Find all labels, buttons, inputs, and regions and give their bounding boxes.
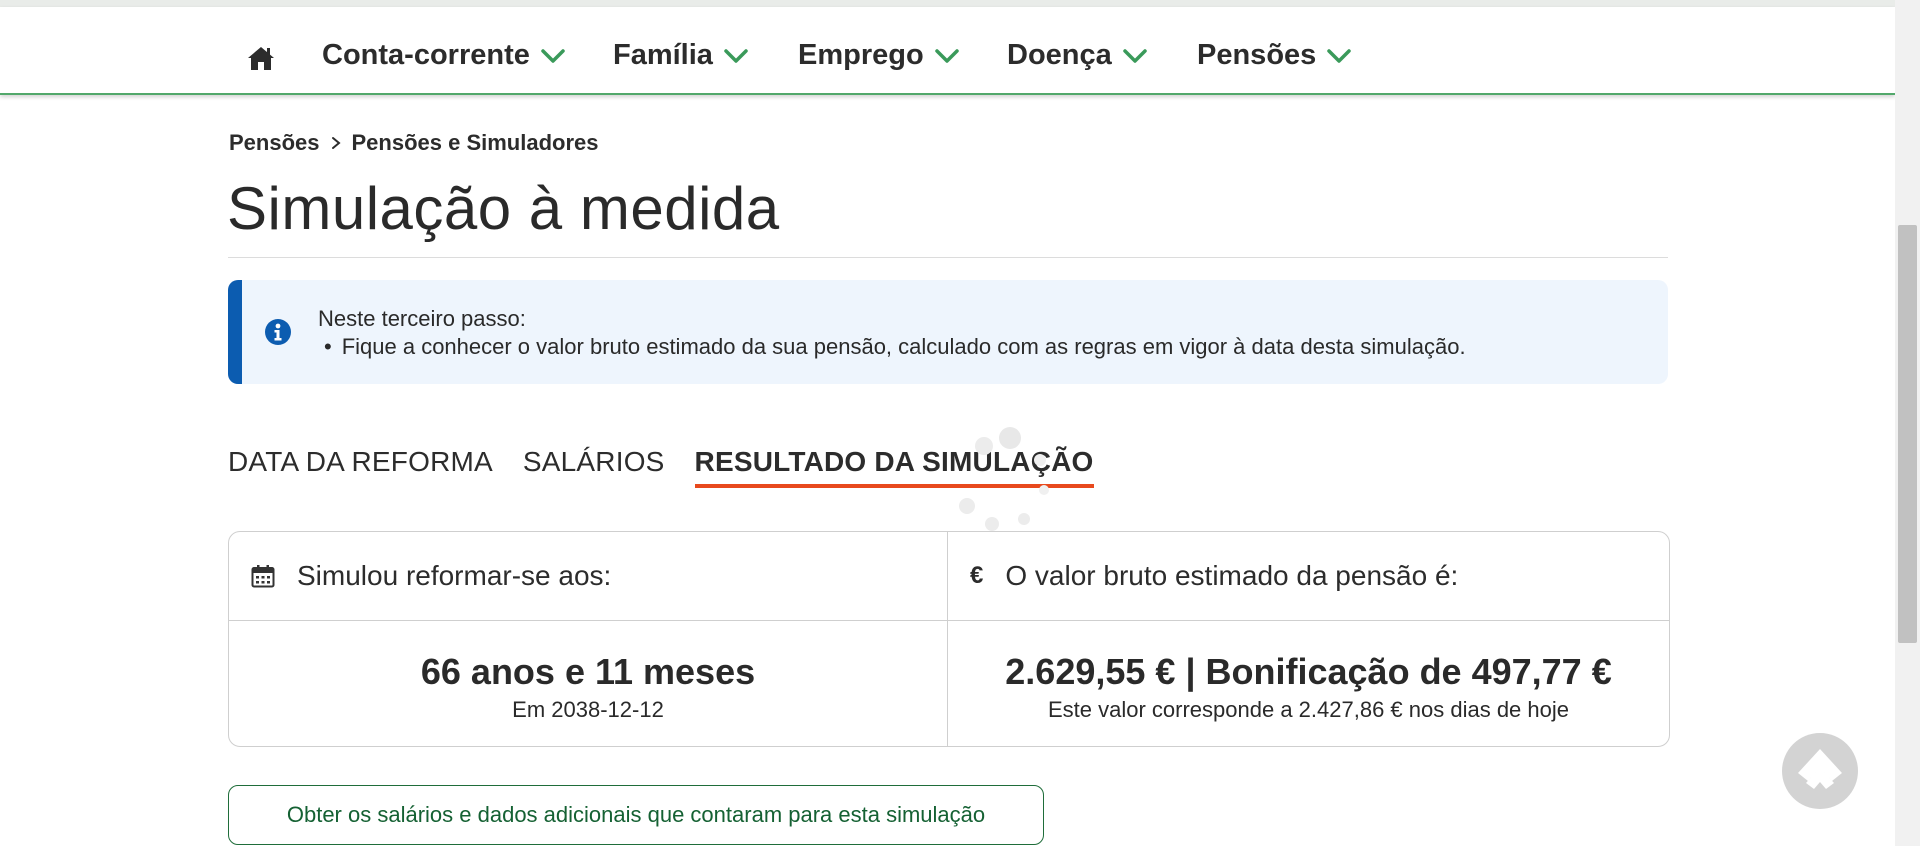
- bullet-dot: •: [324, 334, 332, 359]
- nav-item-label: Pensões: [1197, 39, 1317, 71]
- scrollbar-thumb[interactable]: [1898, 225, 1917, 643]
- pension-value-header: € O valor bruto estimado da pensão é:: [948, 532, 1669, 621]
- retirement-age-header: Simulou reformar-se aos:: [229, 532, 947, 621]
- pension-value-column: € O valor bruto estimado da pensão é: 2.…: [948, 532, 1669, 746]
- retirement-date: Em 2038-12-12: [512, 697, 664, 722]
- chevron-down-icon: [541, 48, 565, 63]
- pension-value-header-label: O valor bruto estimado da pensão é:: [1005, 560, 1459, 591]
- simulation-steps-tabs: DATA DA REFORMA SALÁRIOS RESULTADO DA SI…: [228, 446, 1124, 488]
- retirement-age-value: 66 anos e 11 meses: [420, 651, 756, 692]
- info-icon: [265, 319, 291, 345]
- nav-item-pensoes[interactable]: Pensões: [1197, 39, 1352, 72]
- pension-value: 2.629,55 € | Bonificação de 497,77 €: [1005, 651, 1612, 692]
- info-alert-accent-bar: [228, 280, 242, 384]
- breadcrumb-link-pensoes[interactable]: Pensões: [229, 130, 320, 156]
- home-icon[interactable]: [247, 45, 275, 71]
- tab-salarios[interactable]: SALÁRIOS: [523, 446, 665, 488]
- nav-item-label: Família: [613, 39, 713, 71]
- tab-data-da-reforma[interactable]: DATA DA REFORMA: [228, 446, 493, 488]
- retirement-age-body: 66 anos e 11 meses Em 2038-12-12: [229, 621, 947, 723]
- info-alert-bullet-text: Fique a conhecer o valor bruto estimado …: [341, 334, 1466, 359]
- chevron-right-icon: [331, 137, 341, 149]
- retirement-age-column: Simulou reformar-se aos: 66 anos e 11 me…: [229, 532, 948, 746]
- info-alert-heading: Neste terceiro passo:: [318, 306, 526, 331]
- get-salaries-data-button[interactable]: Obter os salários e dados adicionais que…: [228, 785, 1044, 845]
- back-to-top-icon[interactable]: [1782, 733, 1858, 809]
- top-strip: [0, 0, 1895, 7]
- tab-resultado-da-simulacao[interactable]: RESULTADO DA SIMULAÇÃO: [694, 446, 1094, 488]
- title-divider: [228, 257, 1668, 258]
- page-scrollbar[interactable]: [1895, 0, 1920, 846]
- info-alert-bullet: • Fique a conhecer o valor bruto estimad…: [324, 334, 1466, 360]
- nav-item-doenca[interactable]: Doença: [1007, 39, 1148, 72]
- nav-item-label: Doença: [1007, 39, 1112, 71]
- nav-item-label: Emprego: [798, 39, 924, 71]
- chevron-down-icon: [1123, 48, 1147, 63]
- nav-item-label: Conta-corrente: [322, 39, 530, 71]
- chevron-down-icon: [934, 48, 959, 63]
- nav-item-emprego[interactable]: Emprego: [798, 39, 960, 72]
- chevron-down-icon: [1327, 48, 1352, 63]
- pension-value-today: Este valor corresponde a 2.427,86 € nos …: [1047, 697, 1570, 722]
- chevron-down-icon: [724, 48, 748, 63]
- page-title: Simulação à medida: [227, 175, 780, 242]
- nav-item-conta-corrente[interactable]: Conta-corrente: [322, 39, 566, 72]
- retirement-age-header-label: Simulou reformar-se aos:: [297, 560, 612, 591]
- nav-item-familia[interactable]: Família: [613, 39, 749, 72]
- breadcrumb-link-pensoes-simuladores[interactable]: Pensões e Simuladores: [352, 130, 599, 156]
- main-navbar: Conta-corrente Família Emprego Doença Pe…: [0, 7, 1895, 95]
- pension-value-body: 2.629,55 € | Bonificação de 497,77 € Est…: [948, 621, 1669, 723]
- calendar-icon: [251, 565, 275, 588]
- simulation-results-table: Simulou reformar-se aos: 66 anos e 11 me…: [228, 531, 1670, 747]
- breadcrumb: Pensões Pensões e Simuladores: [229, 130, 599, 156]
- info-alert: Neste terceiro passo: • Fique a conhecer…: [228, 280, 1668, 384]
- euro-icon: €: [970, 562, 984, 589]
